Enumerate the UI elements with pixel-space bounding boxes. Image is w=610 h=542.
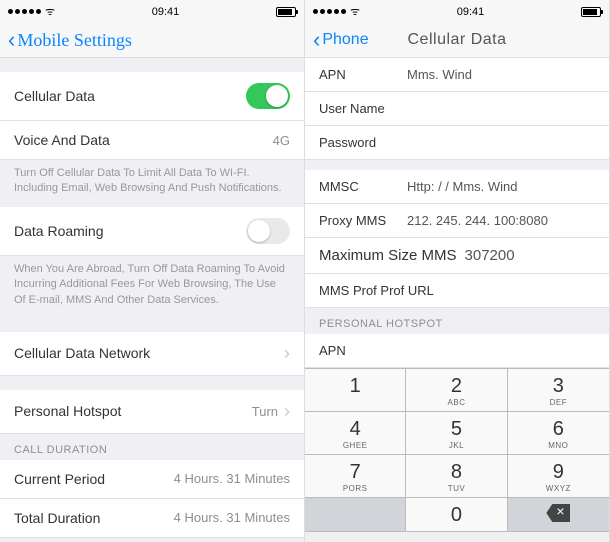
back-button[interactable]: ‹ Phone (313, 29, 369, 51)
field-label: APN (319, 67, 399, 82)
hint-cellular: Turn Off Cellular Data To Limit All Data… (0, 160, 304, 207)
key-0[interactable]: 0 (406, 498, 507, 532)
signal-dots-icon (8, 9, 41, 14)
key-7[interactable]: 7PORS (305, 455, 406, 498)
key-4[interactable]: 4Ghee (305, 412, 406, 455)
section-call-duration: CALL DURATION (0, 434, 304, 460)
hint-roaming: When You Are Abroad, Turn Off Data Roami… (0, 256, 304, 318)
field-hotspot-apn[interactable]: APN (305, 334, 609, 368)
backspace-icon (546, 504, 570, 522)
status-time: 09:41 (152, 6, 180, 18)
battery-icon (581, 7, 601, 17)
navbar: ‹ Mobile Settings (0, 23, 304, 58)
chevron-left-icon: ‹ (313, 29, 320, 51)
chevron-right-icon: › (284, 343, 290, 364)
key-delete[interactable] (508, 498, 609, 532)
value: 4 Hours. 31 Minutes (174, 471, 290, 486)
back-button[interactable]: ‹ Mobile Settings (8, 29, 132, 51)
data-roaming-toggle[interactable] (246, 218, 290, 244)
wifi-icon: ᯤ (350, 4, 360, 19)
field-password[interactable]: Password (305, 126, 609, 160)
value: 4G (273, 133, 290, 148)
field-apn[interactable]: APN Mms. Wind (305, 58, 609, 92)
label: Voice And Data (14, 132, 273, 148)
field-value: Http: / / Mms. Wind (407, 179, 595, 194)
field-label: Password (319, 135, 399, 150)
navbar: ‹ Phone Cellular Data (305, 23, 609, 58)
section-hotspot: PERSONAL HOTSPOT (305, 308, 609, 334)
status-time: 09:41 (457, 6, 485, 18)
status-bar: ᯤ 09:41 (305, 0, 609, 23)
field-value: 307200 (465, 247, 595, 264)
field-mmsc[interactable]: MMSC Http: / / Mms. Wind (305, 170, 609, 204)
key-2[interactable]: 2ABC (406, 369, 507, 412)
field-label: MMSC (319, 179, 399, 194)
label: Data Roaming (14, 223, 246, 239)
back-label: Phone (322, 31, 368, 49)
key-blank (305, 498, 406, 532)
field-proxy[interactable]: Proxy MMS 212. 245. 244. 100:8080 (305, 204, 609, 238)
label: Total Duration (14, 510, 174, 526)
label: Personal Hotspot (14, 403, 252, 419)
value: 4 Hours. 31 Minutes (174, 510, 290, 525)
row-total-duration: Total Duration 4 Hours. 31 Minutes (0, 499, 304, 538)
field-label: Maximum Size MMS (319, 247, 457, 264)
row-voice-data[interactable]: Voice And Data 4G (0, 121, 304, 160)
key-5[interactable]: 5JKL (406, 412, 507, 455)
wifi-icon: ᯤ (45, 4, 55, 19)
row-data-roaming[interactable]: Data Roaming (0, 207, 304, 256)
chevron-left-icon: ‹ (8, 29, 15, 51)
field-max-size[interactable]: Maximum Size MMS 307200 (305, 238, 609, 274)
key-3[interactable]: 3DEF (508, 369, 609, 412)
back-label: Mobile Settings (17, 30, 132, 51)
screen-settings: ᯤ 09:41 ‹ Mobile Settings Cellular Data … (0, 0, 305, 542)
signal-dots-icon (313, 9, 346, 14)
row-cellular-data[interactable]: Cellular Data (0, 72, 304, 121)
row-current-period: Current Period 4 Hours. 31 Minutes (0, 460, 304, 499)
field-mms-prof[interactable]: MMS Prof Prof URL (305, 274, 609, 308)
label: Current Period (14, 471, 174, 487)
numeric-keypad: 12ABC3DEF 4Ghee5JKL6MNO 7PORS8TUV9Wxyz0 (305, 368, 609, 532)
battery-icon (276, 7, 296, 17)
field-label: MMS Prof Prof URL (319, 283, 434, 298)
key-8[interactable]: 8TUV (406, 455, 507, 498)
field-label: APN (319, 343, 399, 358)
label: Cellular Data Network (14, 345, 278, 361)
key-6[interactable]: 6MNO (508, 412, 609, 455)
field-value: 212. 245. 244. 100:8080 (407, 213, 595, 228)
screen-cellular-data: ᯤ 09:41 ‹ Phone Cellular Data APN Mms. W… (305, 0, 610, 542)
field-value: Mms. Wind (407, 67, 595, 82)
field-username[interactable]: User Name (305, 92, 609, 126)
key-9[interactable]: 9Wxyz (508, 455, 609, 498)
label: Cellular Data (14, 88, 246, 104)
value: Turn (252, 404, 278, 419)
field-label: Proxy MMS (319, 213, 399, 228)
key-1[interactable]: 1 (305, 369, 406, 412)
chevron-right-icon: › (284, 401, 290, 422)
cellular-data-toggle[interactable] (246, 83, 290, 109)
status-bar: ᯤ 09:41 (0, 0, 304, 23)
row-cellular-network[interactable]: Cellular Data Network › (0, 332, 304, 376)
row-personal-hotspot[interactable]: Personal Hotspot Turn › (0, 390, 304, 434)
field-label: User Name (319, 101, 399, 116)
